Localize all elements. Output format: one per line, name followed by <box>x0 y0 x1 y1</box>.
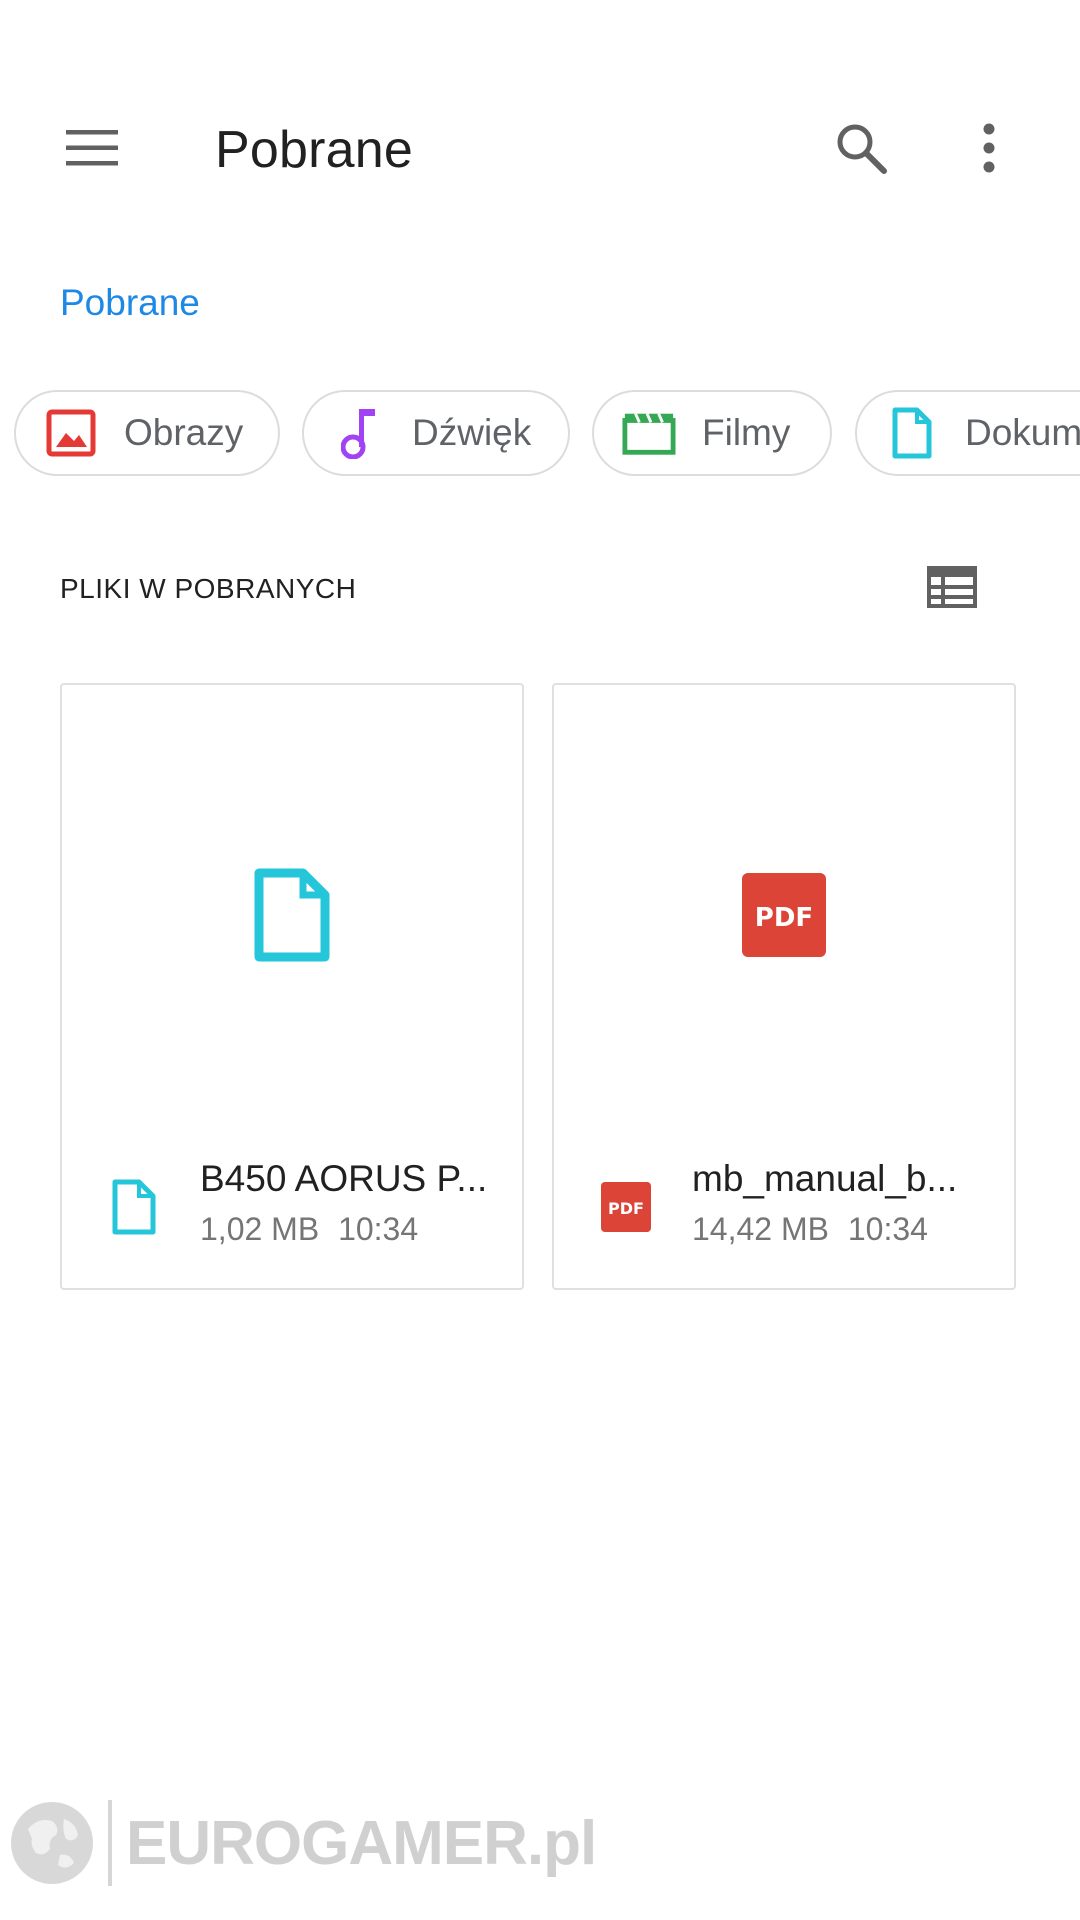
image-icon <box>44 406 98 460</box>
movie-clapper-icon <box>622 406 676 460</box>
chip-label: Obrazy <box>124 412 244 453</box>
file-preview <box>62 685 522 1145</box>
file-card[interactable]: PDF PDF mb_manual_b... 14,42 MB 10:34 <box>552 683 1016 1290</box>
page-title: Pobrane <box>215 121 413 179</box>
watermark-text: EUROGAMER.pl <box>126 1808 597 1878</box>
view-toggle-button[interactable] <box>920 555 984 619</box>
chip-images[interactable]: Obrazy <box>14 390 280 476</box>
watermark: EUROGAMER.pl <box>8 1798 597 1888</box>
document-icon <box>885 406 939 460</box>
file-meta: 1,02 MB 10:34 <box>200 1207 418 1251</box>
file-card[interactable]: B450 AORUS P... 1,02 MB 10:34 <box>60 683 524 1290</box>
top-app-bar: Pobrane <box>0 0 1080 300</box>
watermark-divider <box>108 1800 112 1886</box>
music-note-icon <box>332 406 386 460</box>
file-meta: 14,42 MB 10:34 <box>692 1207 928 1251</box>
file-size: 1,02 MB <box>200 1211 320 1247</box>
file-name: B450 AORUS P... <box>200 1158 488 1199</box>
file-time: 10:34 <box>847 1211 928 1247</box>
menu-icon <box>66 130 118 166</box>
search-button[interactable] <box>813 100 909 196</box>
globe-logo-icon <box>11 1802 93 1884</box>
file-preview: PDF <box>554 685 1014 1145</box>
file-time: 10:34 <box>338 1211 419 1247</box>
pdf-icon: PDF <box>598 1175 654 1239</box>
breadcrumb[interactable]: Pobrane <box>60 278 200 328</box>
chip-label: Dokum <box>965 412 1080 453</box>
pdf-badge-label: PDF <box>755 903 813 933</box>
chip-documents[interactable]: Dokum <box>855 390 1080 476</box>
chip-video[interactable]: Filmy <box>592 390 832 476</box>
file-card-footer: B450 AORUS P... 1,02 MB 10:34 <box>62 1145 522 1290</box>
more-vert-icon <box>983 123 995 173</box>
category-chips: Obrazy Dźwięk Filmy Dokum <box>0 390 1080 484</box>
section-title: PLIKI W POBRANYCH <box>60 573 357 604</box>
file-size: 14,42 MB <box>692 1211 829 1247</box>
chip-audio[interactable]: Dźwięk <box>302 390 570 476</box>
chip-label: Dźwięk <box>412 412 532 453</box>
document-icon <box>254 868 330 962</box>
list-view-icon <box>927 566 977 608</box>
file-card-footer: PDF mb_manual_b... 14,42 MB 10:34 <box>554 1145 1014 1290</box>
menu-button[interactable] <box>44 100 140 196</box>
document-icon <box>106 1175 162 1239</box>
file-name: mb_manual_b... <box>692 1158 958 1199</box>
pdf-badge-label: PDF <box>608 1199 644 1218</box>
chip-label: Filmy <box>702 412 791 453</box>
more-options-button[interactable] <box>941 100 1037 196</box>
search-icon <box>837 124 887 174</box>
pdf-icon: PDF <box>742 873 826 957</box>
